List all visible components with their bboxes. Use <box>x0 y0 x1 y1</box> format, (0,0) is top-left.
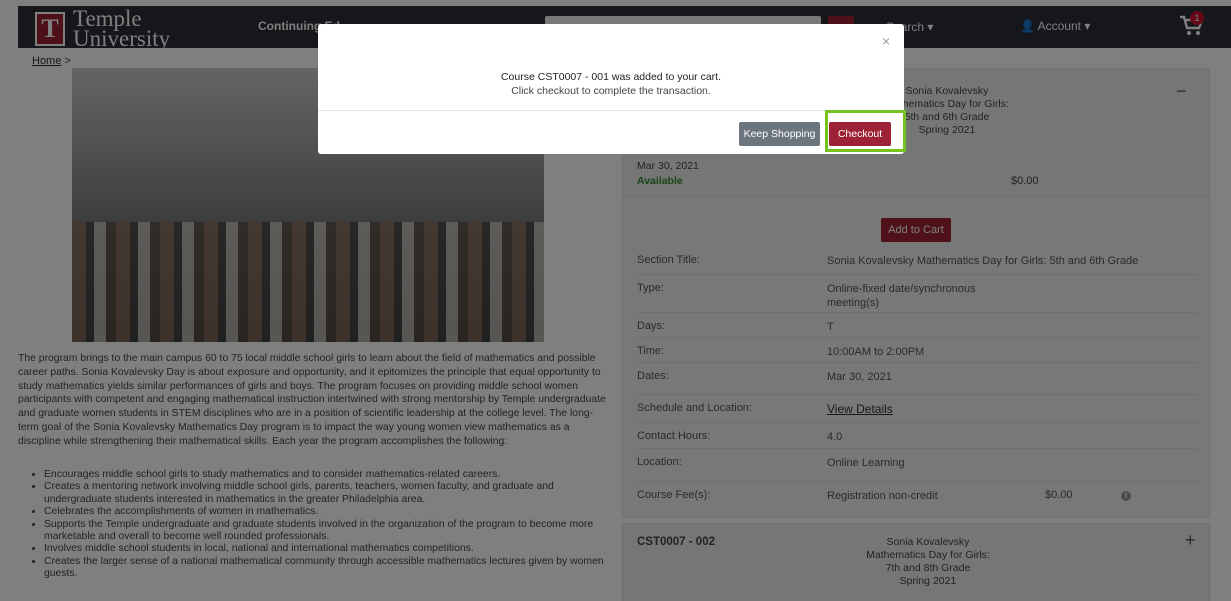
page: T Temple University Continuing Ed Search… <box>0 0 1231 601</box>
dialog-message: Course CST0007 - 001 was added to your c… <box>500 71 722 83</box>
dialog-subtext: Click checkout to complete the transacti… <box>511 85 711 97</box>
checkout-highlight <box>825 110 906 152</box>
keep-shopping-button[interactable]: Keep Shopping <box>739 122 820 146</box>
added-to-cart-dialog: × Course CST0007 - 001 was added to your… <box>318 24 904 154</box>
close-icon[interactable]: × <box>882 33 890 49</box>
